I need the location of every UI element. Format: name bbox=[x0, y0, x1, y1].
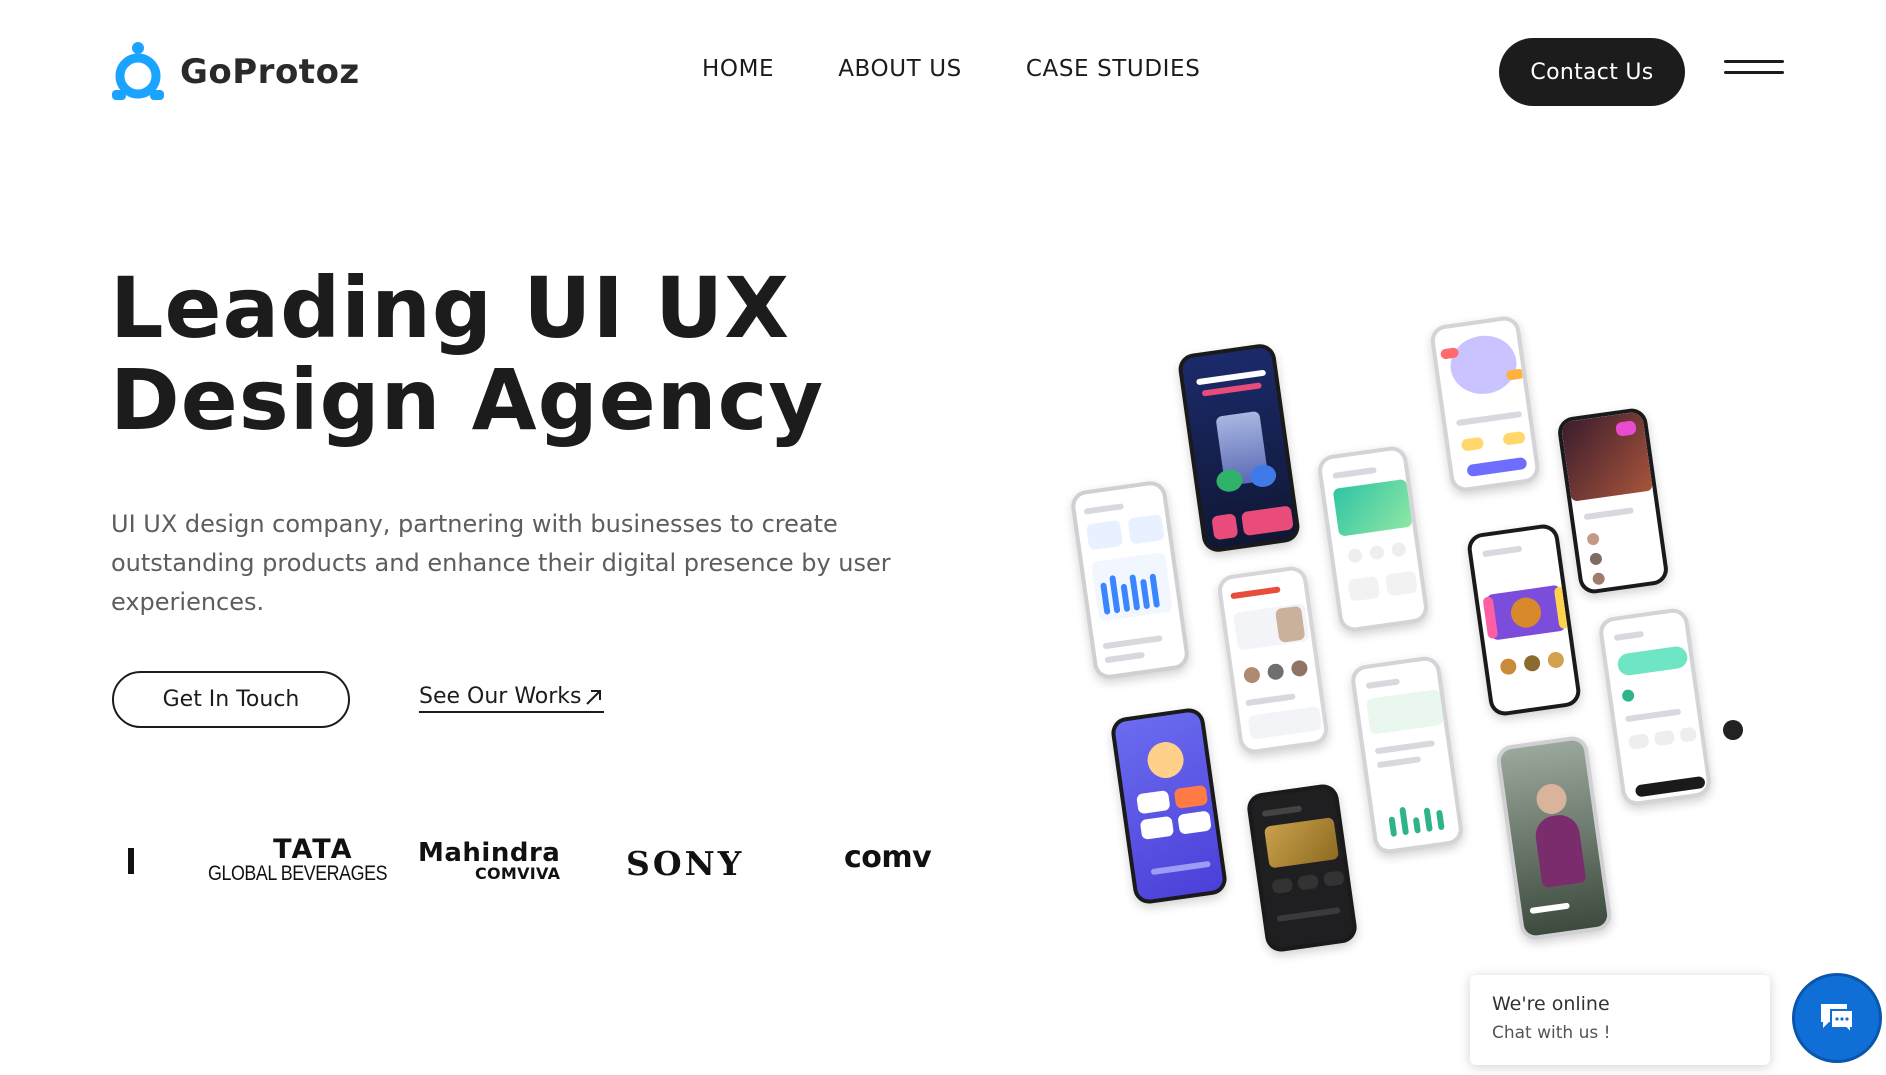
tata-logo-line-1: TATA bbox=[273, 834, 354, 865]
logo-icon bbox=[112, 42, 164, 100]
chat-launcher-button[interactable] bbox=[1792, 973, 1882, 1063]
phone-mockup-shoe-store bbox=[1597, 606, 1713, 808]
mahindra-logo-line-2: COMVIVA bbox=[474, 864, 561, 883]
phone-mockup-purple-app bbox=[1109, 706, 1229, 906]
nav-case-studies[interactable]: CASE STUDIES bbox=[1026, 56, 1201, 82]
see-our-works-link[interactable]: See Our Works bbox=[419, 684, 604, 713]
hamburger-icon[interactable] bbox=[1724, 58, 1786, 78]
brand-logo[interactable]: GoProtoz bbox=[110, 40, 360, 104]
phone-mockup-sneakers bbox=[1316, 444, 1430, 634]
mahindra-logo-line-1: Mahindra bbox=[418, 838, 561, 868]
hero-description: UI UX design company, partnering with bu… bbox=[111, 510, 891, 616]
chat-greeting-bubble[interactable]: We're online Chat with us ! bbox=[1470, 975, 1770, 1065]
site-header: GoProtoz HOME ABOUT US CASE STUDIES Cont… bbox=[0, 0, 1886, 130]
phone-mockup-fitness bbox=[1428, 314, 1542, 494]
chat-subtitle-text: Chat with us ! bbox=[1492, 1023, 1611, 1043]
tata-logo: TATA GLOBAL BEVERAGES bbox=[208, 836, 419, 884]
main-nav: HOME ABOUT US CASE STUDIES bbox=[702, 56, 1200, 82]
get-in-touch-button[interactable]: Get In Touch bbox=[112, 671, 350, 728]
arrow-up-right-icon bbox=[585, 689, 601, 705]
see-our-works-label: See Our Works bbox=[419, 684, 582, 709]
hero-title-line-1: Leading UI UX bbox=[110, 259, 790, 357]
app-mockups-showcase bbox=[1060, 314, 1760, 954]
phone-mockup-jobs bbox=[1215, 564, 1331, 756]
hero-title-line-2: Design Agency bbox=[110, 351, 825, 449]
phone-mockup-fashion bbox=[1494, 734, 1614, 942]
contact-us-button[interactable]: Contact Us bbox=[1499, 38, 1685, 106]
phone-mockup-dark-wallet bbox=[1245, 782, 1359, 954]
tata-logo-line-2: GLOBAL BEVERAGES bbox=[208, 862, 388, 885]
mahindra-comviva-logo: Mahindra COMVIVA bbox=[418, 840, 560, 882]
chat-icon bbox=[1821, 1004, 1854, 1036]
sony-logo: SONY bbox=[626, 844, 745, 883]
nav-home[interactable]: HOME bbox=[702, 56, 774, 82]
nav-about-us[interactable]: ABOUT US bbox=[838, 56, 962, 82]
phone-mockup-food bbox=[1465, 522, 1583, 718]
hero-title: Leading UI UX Design Agency bbox=[110, 262, 930, 446]
chat-status-text: We're online bbox=[1492, 993, 1610, 1015]
client-logo-partial bbox=[128, 848, 134, 874]
client-logos: TATA GLOBAL BEVERAGES Mahindra COMVIVA S… bbox=[128, 830, 958, 892]
carousel-dot[interactable] bbox=[1723, 720, 1743, 740]
phone-mockup-cricket-promo bbox=[1176, 342, 1302, 554]
brand-name: GoProtoz bbox=[180, 52, 360, 92]
phone-mockup-finance bbox=[1349, 654, 1465, 856]
comv-logo: comv bbox=[844, 840, 932, 875]
phone-mockup-dashboard bbox=[1069, 479, 1191, 681]
phone-mockup-events bbox=[1556, 406, 1670, 596]
